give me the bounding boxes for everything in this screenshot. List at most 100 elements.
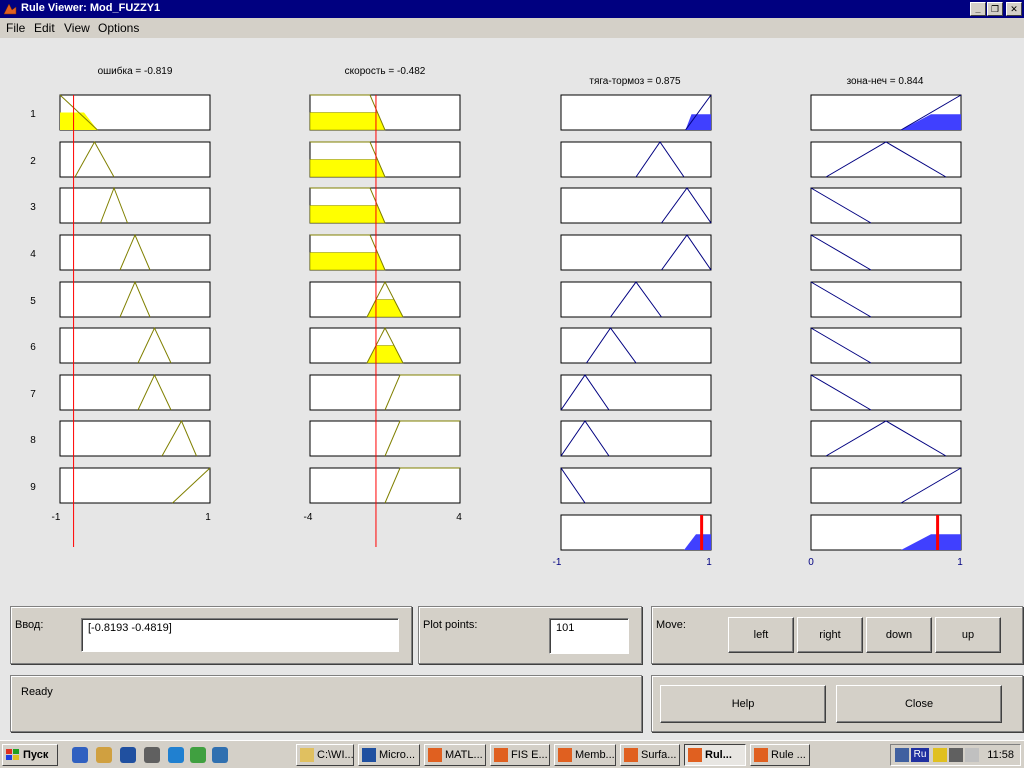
output1-box-rule-6 xyxy=(560,327,712,364)
matlab-icon xyxy=(688,748,702,762)
input1-box-rule-3 xyxy=(59,187,211,224)
close-window-button[interactable]: ✕ xyxy=(1006,2,1022,16)
menu-file[interactable]: File xyxy=(6,21,25,35)
input2-fill-rule-4 xyxy=(309,252,386,271)
input1-range-max: 1 xyxy=(205,512,211,523)
input2-box-rule-9 xyxy=(309,467,461,504)
input2-range-min: -4 xyxy=(304,512,313,523)
output2-box-rule-6 xyxy=(810,327,962,364)
task-matlab[interactable]: MATL... xyxy=(424,744,486,766)
tray-icon-4[interactable] xyxy=(949,748,963,762)
explorer-icon[interactable] xyxy=(96,747,112,763)
column-header-1: ошибка = -0.819 xyxy=(98,65,173,77)
clock: 11:58 xyxy=(987,749,1014,761)
taskbar: Пуск C:\WI... Micro... MATL... FIS E... … xyxy=(0,740,1024,768)
close-button[interactable]: Close xyxy=(836,685,1002,723)
task-rule-viewer-active[interactable]: Rul... xyxy=(684,744,746,766)
language-indicator[interactable]: Ru xyxy=(911,748,929,762)
task-rule-editor[interactable]: Rule ... xyxy=(750,744,810,766)
output2-box-rule-9 xyxy=(810,467,962,504)
menu-bar: File Edit View Options xyxy=(0,18,1024,38)
input1-box-rule-4 xyxy=(59,234,211,271)
volume-icon[interactable] xyxy=(965,748,979,762)
minimize-button[interactable]: _ xyxy=(970,2,986,16)
column-header-3: тяга-тормоз = 0.875 xyxy=(589,76,681,87)
task-explorer[interactable]: C:\WI... xyxy=(296,744,354,766)
media-player-icon[interactable] xyxy=(190,747,206,763)
output2-box-rule-5 xyxy=(810,281,962,318)
move-left-button[interactable]: left xyxy=(728,617,794,653)
output1-box-rule-7 xyxy=(560,374,712,411)
rule-number-2: 2 xyxy=(30,156,36,167)
tray-icon-3[interactable] xyxy=(933,748,947,762)
matlab-icon xyxy=(3,3,17,15)
rule-plot-area: ошибка = -0.819 скорость = -0.482 тяга-тор… xyxy=(0,38,1024,596)
output2-range-max: 1 xyxy=(957,557,963,568)
plot-points-label: Plot points: xyxy=(423,619,478,631)
input1-box-rule-8 xyxy=(59,420,211,457)
output1-range-min: -1 xyxy=(553,557,562,568)
matlab-icon xyxy=(624,748,638,762)
quicklaunch-icon-7[interactable] xyxy=(212,747,228,763)
matlab-icon xyxy=(428,748,442,762)
start-label: Пуск xyxy=(23,749,49,761)
output1-box-rule-8 xyxy=(560,420,712,457)
output1-range-max: 1 xyxy=(706,557,712,568)
output2-box-rule-2 xyxy=(810,141,962,178)
task-membership[interactable]: Memb... xyxy=(554,744,616,766)
system-tray: Ru 11:58 xyxy=(890,744,1021,766)
input2-box-rule-8 xyxy=(309,420,461,457)
input1-box-rule-9 xyxy=(59,467,211,504)
plot-points-panel: Plot points: 101 xyxy=(418,606,642,664)
rule-number-3: 3 xyxy=(30,202,36,213)
rule-number-4: 4 xyxy=(30,249,36,260)
column-header-2: скорость = -0.482 xyxy=(345,66,426,77)
output1-box-rule-4 xyxy=(560,234,712,271)
input1-box-rule-2 xyxy=(59,141,211,178)
output1-box-rule-5 xyxy=(560,281,712,318)
quicklaunch-icon-5[interactable] xyxy=(168,747,184,763)
input1-range-min: -1 xyxy=(52,512,61,523)
plot-points-field[interactable]: 101 xyxy=(549,618,629,654)
input1-box-rule-6 xyxy=(59,327,211,364)
move-up-button[interactable]: up xyxy=(935,617,1001,653)
input2-box-rule-7 xyxy=(309,374,461,411)
show-desktop-icon[interactable] xyxy=(72,747,88,763)
status-text: Ready xyxy=(21,686,53,698)
menu-edit[interactable]: Edit xyxy=(34,21,55,35)
input-label: Ввод: xyxy=(15,619,44,631)
input-panel: Ввод: [-0.8193 -0.4819] xyxy=(10,606,412,664)
output2-box-rule-7 xyxy=(810,374,962,411)
windows-logo-icon xyxy=(6,749,19,760)
output2-box-rule-3 xyxy=(810,187,962,224)
input-vector-field[interactable]: [-0.8193 -0.4819] xyxy=(81,618,399,652)
input1-box-rule-7 xyxy=(59,374,211,411)
status-panel: Ready xyxy=(10,675,642,732)
word-icon[interactable] xyxy=(120,747,136,763)
input2-range-max: 4 xyxy=(456,512,462,523)
rule-number-8: 8 xyxy=(30,435,36,446)
menu-options[interactable]: Options xyxy=(98,21,139,35)
help-close-panel: Help Close xyxy=(651,675,1023,732)
input2-fill-rule-3 xyxy=(309,205,386,224)
move-right-button[interactable]: right xyxy=(797,617,863,653)
output2-box-rule-4 xyxy=(810,234,962,271)
move-panel: Move: left right down up xyxy=(651,606,1023,664)
input1-box-rule-5 xyxy=(59,281,211,318)
move-down-button[interactable]: down xyxy=(866,617,932,653)
restore-button[interactable]: ❐ xyxy=(987,2,1003,16)
rule-plot-svg[interactable]: ошибка = -0.819 скорость = -0.482 тяга-тор… xyxy=(0,38,1024,596)
output2-range-min: 0 xyxy=(808,557,814,568)
menu-view[interactable]: View xyxy=(64,21,90,35)
matlab-icon xyxy=(754,748,768,762)
task-surface[interactable]: Surfa... xyxy=(620,744,680,766)
task-fis-editor[interactable]: FIS E... xyxy=(490,744,550,766)
start-button[interactable]: Пуск xyxy=(2,744,58,766)
folder-icon xyxy=(300,748,314,762)
quicklaunch-icon-4[interactable] xyxy=(144,747,160,763)
task-word[interactable]: Micro... xyxy=(358,744,420,766)
help-button[interactable]: Help xyxy=(660,685,826,723)
output1-box-rule-2 xyxy=(560,141,712,178)
tray-icon-1[interactable] xyxy=(895,748,909,762)
output2-box-rule-8 xyxy=(810,420,962,457)
